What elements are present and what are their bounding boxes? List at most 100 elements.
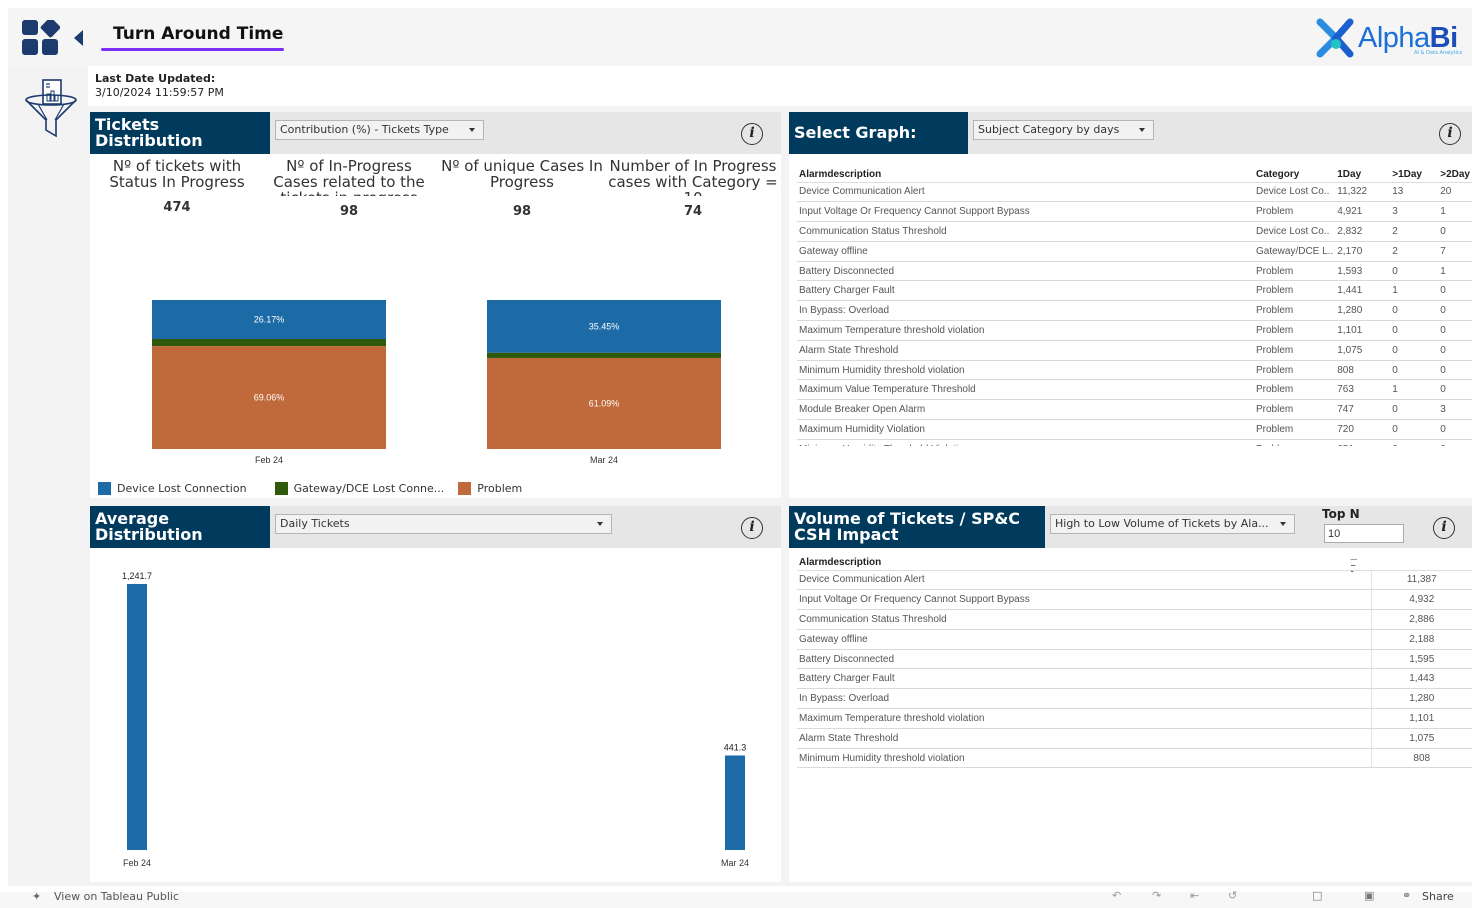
column-header (1371, 556, 1472, 571)
table-row[interactable]: Module Breaker Open Alarm Problem 747 0 3 (797, 399, 1472, 421)
table-row[interactable]: Battery Charger Fault Problem 1,441 1 0 (797, 280, 1472, 302)
column-header[interactable]: Alarmdescription ─ – - (797, 555, 1371, 576)
alphabi-logo: AlphaBi AI & Data Analytics (1316, 16, 1472, 60)
bar[interactable] (725, 755, 745, 850)
table-row[interactable]: Alarm State Threshold 1,075 (797, 728, 1472, 749)
table-cell: Problem (1253, 280, 1336, 302)
redo-icon[interactable]: ↷ (1152, 889, 1161, 902)
logo-subtitle: AI & Data Analytics (1414, 50, 1463, 56)
select-graph-dropdown[interactable]: Subject Category by days (973, 120, 1154, 140)
share-button[interactable]: Share (1422, 890, 1454, 903)
data-label: 26.17% (254, 314, 285, 324)
alarm-description-cell: Minimum Humidity threshold violation (797, 748, 1371, 769)
share-icon[interactable]: ⚭ (1402, 889, 1411, 902)
column-header[interactable]: >2Day (1438, 168, 1472, 183)
table-row[interactable]: In Bypass: Overload Problem 1,280 0 0 (797, 300, 1472, 322)
ticket-count-cell: 1,443 (1370, 668, 1472, 690)
column-header[interactable]: 1Day (1335, 168, 1391, 183)
category-table-scroll[interactable]: Alarmdescription Category 1Day >1Day >2D… (797, 168, 1472, 446)
table-row[interactable]: Battery Charger Fault 1,443 (797, 668, 1472, 690)
table-cell: 1,441 (1335, 280, 1391, 302)
table-cell: Maximum Value Temperature Threshold (797, 379, 1254, 401)
volume-sort-dropdown[interactable]: High to Low Volume of Tickets by Ala... (1050, 514, 1295, 534)
table-row[interactable]: Communication Status Threshold 2,886 (797, 609, 1472, 630)
table-cell: 1,075 (1335, 340, 1391, 361)
column-header[interactable]: Alarmdescription (797, 168, 1254, 183)
apps-menu-icon[interactable] (22, 20, 60, 56)
ticket-count-cell: 808 (1370, 748, 1472, 769)
legend-label: Gateway/DCE Lost Conne... (293, 482, 445, 495)
info-icon[interactable]: i (1439, 123, 1461, 145)
table-row[interactable]: Input Voltage Or Frequency Cannot Suppor… (797, 589, 1472, 611)
table-cell: Problem (1253, 300, 1336, 322)
back-arrow-icon[interactable] (74, 30, 83, 46)
bar-segment[interactable] (487, 352, 721, 358)
top-n-input[interactable] (1324, 524, 1404, 543)
fullscreen-icon[interactable]: ▣ (1364, 889, 1374, 902)
refresh-icon[interactable]: ↺ (1228, 889, 1237, 902)
table-cell: Problem (1253, 439, 1336, 446)
table-row[interactable]: Maximum Value Temperature Threshold Probl… (797, 379, 1472, 401)
table-row[interactable]: Gateway offline Gateway/DCE L.. 2,170 2 7 (797, 241, 1472, 262)
filter-funnel-icon[interactable] (24, 78, 78, 138)
daily-tickets-dropdown[interactable]: Daily Tickets (275, 514, 612, 534)
table-row[interactable]: Battery Disconnected 1,595 (797, 649, 1472, 670)
info-icon[interactable]: i (741, 123, 763, 145)
average-distribution-panel: Average Distribution Daily Tickets i 1,2… (90, 506, 781, 882)
chevron-down-icon (469, 128, 475, 132)
table-row[interactable]: Minimum Humidity Threshold ViolationProb… (797, 439, 1472, 446)
column-header[interactable]: >1Day (1390, 168, 1439, 183)
table-row[interactable]: Gateway offline 2,188 (797, 629, 1472, 650)
chart-legend: Device Lost Connection Gateway/DCE Lost … (98, 482, 536, 495)
table-row[interactable]: In Bypass: Overload 1,280 (797, 688, 1472, 710)
sort-icon[interactable]: ─ – - (1351, 555, 1357, 576)
kpi-label: Nº of tickets with Status In Progress (109, 158, 245, 191)
ticket-count-cell: 1,595 (1370, 649, 1472, 670)
table-row[interactable]: Minimum Humidity threshold violation Prob… (797, 360, 1472, 381)
table-cell: Problem (1253, 360, 1336, 381)
undo-icon[interactable]: ↶ (1112, 889, 1121, 902)
bar-segment[interactable] (152, 338, 386, 347)
legend-item[interactable]: Device Lost Connection (98, 482, 261, 495)
table-cell: 0 (1438, 280, 1472, 302)
table-row[interactable]: Communication Status Threshold Device Los… (797, 221, 1472, 242)
top-bar: Turn Around Time AlphaBi AI & Data Analy… (8, 8, 1472, 66)
ticket-count-cell: 1,075 (1370, 728, 1472, 749)
x-tick-label: Mar 24 (721, 858, 749, 868)
table-cell: In Bypass: Overload (797, 300, 1254, 322)
table-cell: Maximum Humidity Violation (797, 419, 1254, 440)
table-row[interactable]: Input Voltage Or Frequency Cannot Suppor… (797, 201, 1472, 223)
table-cell: 20 (1438, 182, 1472, 203)
alarm-description-cell: Maximum Temperature threshold violation (797, 708, 1371, 729)
table-row[interactable]: Battery Disconnected Problem 1,593 0 1 (797, 261, 1472, 282)
info-icon[interactable]: i (1433, 517, 1455, 539)
table-cell: 0 (1438, 221, 1472, 242)
table-row[interactable]: Device Communication Alert Device Lost Co… (797, 182, 1472, 203)
table-header-row: Alarmdescription Category 1Day >1Day >2D… (797, 168, 1472, 183)
table-cell: 0 (1390, 261, 1439, 282)
view-on-tableau-link[interactable]: View on Tableau Public (54, 890, 179, 903)
download-icon[interactable]: □ (1312, 889, 1322, 902)
table-row[interactable]: Device Communication Alert 11,387 (797, 570, 1472, 591)
table-row[interactable]: Maximum Humidity Violation Problem 720 0 0 (797, 419, 1472, 440)
chevron-down-icon (1139, 128, 1145, 132)
column-header[interactable]: Category (1253, 168, 1336, 183)
alarm-description-cell: Input Voltage Or Frequency Cannot Suppor… (797, 589, 1371, 611)
legend-item[interactable]: Problem (458, 482, 522, 495)
x-tick-label: Feb 24 (123, 858, 151, 868)
table-row[interactable]: Maximum Temperature threshold violation P… (797, 320, 1472, 341)
dropdown-value: Daily Tickets (280, 517, 350, 530)
legend-item[interactable]: Gateway/DCE Lost Conne... (274, 482, 445, 495)
table-row[interactable]: Alarm State Threshold Problem 1,075 0 0 (797, 340, 1472, 361)
table-row[interactable]: Minimum Humidity threshold violation 808 (797, 748, 1472, 769)
tickets-type-dropdown[interactable]: Contribution (%) - Tickets Type (275, 120, 484, 140)
tableau-footer: ✦ View on Tableau Public ↶ ↷ ⇤ ↺ □ ▣ ⚭ S… (0, 889, 1472, 908)
select-graph-panel: Select Graph: Subject Category by days i… (789, 112, 1472, 498)
info-icon[interactable]: i (741, 517, 763, 539)
legend-swatch (98, 482, 111, 495)
bar[interactable] (127, 584, 147, 850)
logo-mark-icon (1316, 18, 1354, 58)
table-cell: 7 (1438, 241, 1472, 262)
revert-icon[interactable]: ⇤ (1190, 889, 1199, 902)
table-row[interactable]: Maximum Temperature threshold violation 1… (797, 708, 1472, 729)
